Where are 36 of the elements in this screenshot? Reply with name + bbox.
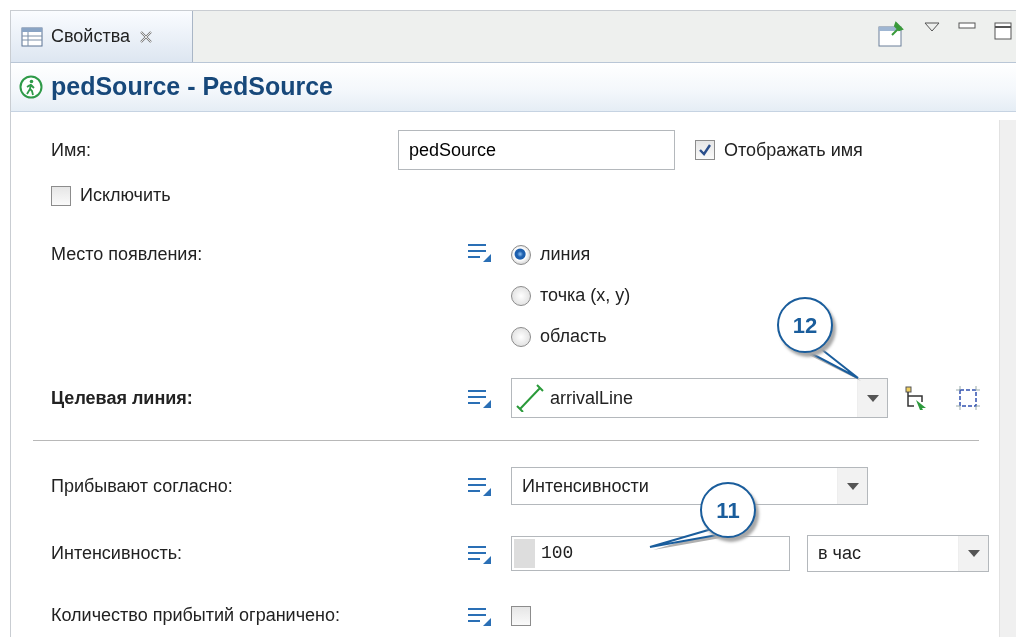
name-field[interactable]: pedSource bbox=[398, 130, 675, 170]
table-icon bbox=[21, 26, 43, 47]
scrollbar[interactable] bbox=[999, 120, 1016, 637]
menu-triangle-icon[interactable] bbox=[924, 21, 940, 33]
close-icon[interactable] bbox=[138, 28, 155, 45]
static-value-icon[interactable] bbox=[466, 387, 492, 409]
checkbox[interactable] bbox=[511, 605, 531, 626]
radio-button[interactable] bbox=[511, 326, 531, 347]
radio-button[interactable] bbox=[511, 244, 531, 265]
field-label: Целевая линия: bbox=[51, 386, 194, 410]
line-icon bbox=[516, 384, 544, 412]
unit-dropdown[interactable]: в час bbox=[807, 535, 989, 572]
properties-tab[interactable]: Свойства bbox=[11, 11, 193, 62]
checkbox-label: Исключить bbox=[80, 184, 171, 207]
radio-label: область bbox=[540, 325, 607, 348]
maximize-icon[interactable] bbox=[994, 21, 1012, 41]
checkbox[interactable] bbox=[51, 185, 71, 206]
minimize-icon[interactable] bbox=[958, 21, 976, 31]
radio-label: точка (x, y) bbox=[540, 284, 631, 307]
static-value-icon[interactable] bbox=[466, 241, 492, 263]
callout-number: 12 bbox=[777, 297, 833, 353]
field-label: Количество прибытий ограничено: bbox=[51, 604, 341, 627]
radio-label: линия bbox=[540, 243, 591, 266]
field-label: Прибывают согласно: bbox=[51, 474, 234, 498]
bounding-box-icon[interactable] bbox=[956, 386, 980, 410]
checkbox[interactable] bbox=[695, 140, 715, 160]
radio-button[interactable] bbox=[511, 285, 531, 306]
field-label: Место появления: bbox=[51, 243, 204, 266]
pedestrian-icon bbox=[19, 75, 43, 99]
panel-title: pedSource - PedSource bbox=[51, 71, 334, 103]
select-on-canvas-icon[interactable] bbox=[904, 386, 928, 410]
field-label: Интенсивность: bbox=[51, 542, 184, 565]
checkbox-label: Отображать имя bbox=[724, 138, 863, 162]
static-value-icon[interactable] bbox=[466, 475, 492, 497]
pin-icon[interactable] bbox=[878, 21, 906, 47]
field-label: Имя: bbox=[51, 138, 93, 162]
